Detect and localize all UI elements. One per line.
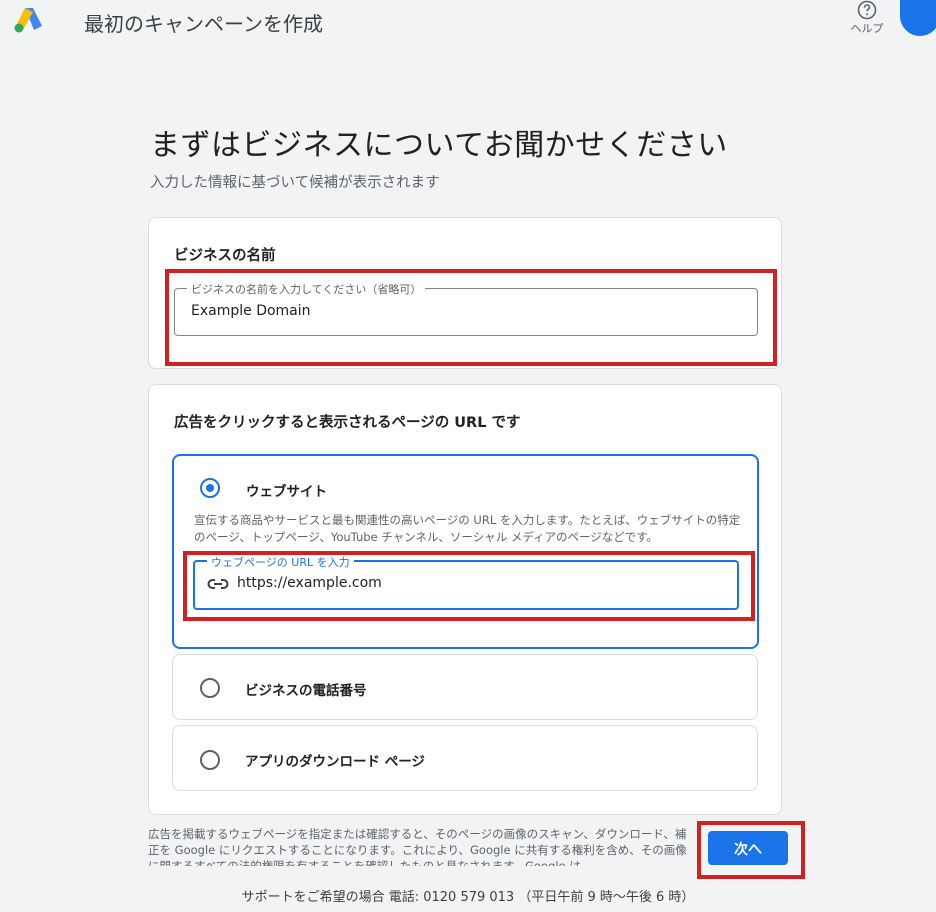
app-download-radio[interactable] <box>200 750 220 770</box>
annotation-box-url <box>183 551 755 621</box>
url-card-title: 広告をクリックすると表示されるページの URL です <box>174 415 521 431</box>
help-label: ヘルプ <box>850 22 884 35</box>
google-ads-logo[interactable] <box>12 6 44 34</box>
page-subtitle: 入力した情報に基づいて候補が表示されます <box>150 175 440 191</box>
help-circle-icon <box>857 0 877 20</box>
annotation-box-business-name <box>165 269 777 366</box>
next-button[interactable]: 次へ <box>708 831 788 865</box>
help-button[interactable]: ヘルプ <box>846 0 888 36</box>
support-phone-text: サポートをご希望の場合 電話: 0120 579 013 （平日午前 9 時〜午… <box>241 890 695 905</box>
page-title: まずはビジネスについてお聞かせください <box>150 128 728 163</box>
website-option-label: ウェブサイト <box>246 484 327 500</box>
phone-number-option-label: ビジネスの電話番号 <box>245 683 367 699</box>
app-title: 最初のキャンペーンを作成 <box>84 12 323 36</box>
phone-number-radio[interactable] <box>200 678 220 698</box>
website-option-description: 宣伝する商品やサービスと最も関連性の高いページの URL を入力します。たとえば… <box>194 513 741 544</box>
app-download-option[interactable]: アプリのダウンロード ページ <box>172 725 758 791</box>
app-download-option-label: アプリのダウンロード ページ <box>245 754 425 770</box>
account-avatar[interactable] <box>900 0 936 36</box>
disclaimer-text: 広告を掲載するウェブページを指定または確認すると、そのページの画像のスキャン、ダ… <box>148 827 687 866</box>
phone-number-option[interactable]: ビジネスの電話番号 <box>172 654 758 720</box>
business-name-card-title: ビジネスの名前 <box>174 248 276 264</box>
website-radio[interactable] <box>200 478 220 498</box>
